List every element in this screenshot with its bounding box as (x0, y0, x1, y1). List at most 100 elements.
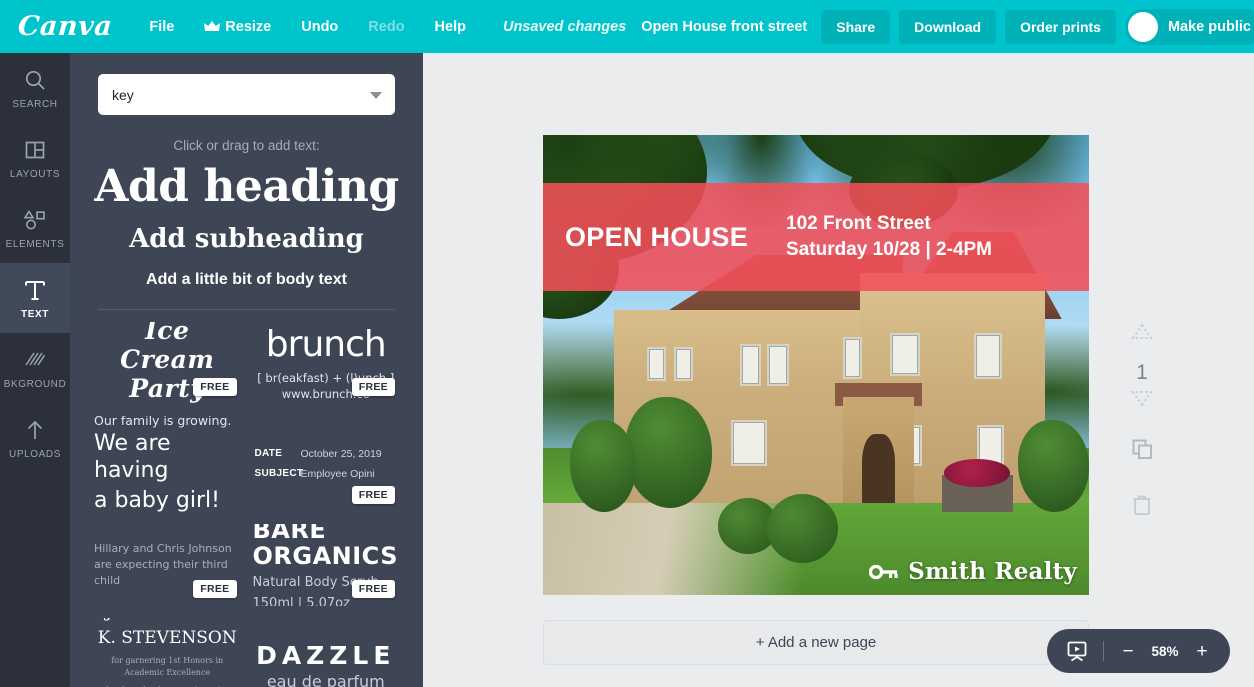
present-icon[interactable] (1065, 640, 1089, 662)
template-line1: Our family is growing. (94, 415, 232, 429)
save-status: Unsaved changes (502, 18, 627, 35)
menu-resize-label: Resize (225, 18, 272, 35)
template-sub: eau de parfum (266, 671, 385, 687)
chevron-down-icon[interactable] (370, 91, 382, 99)
duplicate-page-icon[interactable] (1130, 437, 1154, 461)
menu-undo[interactable]: Undo (291, 13, 348, 41)
move-page-down-icon[interactable] (1130, 389, 1154, 407)
text-template-award-certificate[interactable]: This award is presented to JAMES LOUIS K… (94, 618, 241, 687)
text-template-grid: YOU'RE INVITED TO AN Ice Cream Party SEP… (70, 310, 423, 687)
open-house-banner[interactable]: OPEN HOUSE 102 Front Street Saturday 10/… (543, 183, 1089, 292)
sidebar-item-text[interactable]: TEXT (0, 253, 70, 343)
text-panel: key Click or drag to add text: Add headi… (70, 53, 423, 687)
canvas-stage: OPEN HOUSE 102 Front Street Saturday 10/… (423, 53, 1254, 687)
template-title1: BARE (252, 523, 327, 544)
key-icon (869, 562, 899, 582)
photo-window (974, 332, 1002, 379)
menu-resize[interactable]: Resize (194, 13, 281, 41)
add-body-text-option[interactable]: Add a little bit of body text (70, 271, 423, 289)
photo-flowers (944, 459, 1010, 487)
zoom-controls: − 58% + (1047, 629, 1230, 673)
template-title2: ORGANICS (252, 541, 399, 570)
canva-logo[interactable]: Canva (17, 11, 113, 42)
layouts-icon (23, 137, 47, 163)
add-heading-option[interactable]: Add heading (70, 164, 423, 210)
zoom-divider (1103, 641, 1104, 661)
menu-redo[interactable]: Redo (358, 13, 414, 41)
photo-window (731, 420, 767, 467)
text-template-dazzle[interactable]: DAZZLE eau de parfum FREE (253, 618, 400, 687)
memo-table: DATE October 25, 2019 SUBJECT Employee O… (253, 448, 400, 480)
text-template-brunch[interactable]: brunch [ br(eakfast) + (l)unch ] www.bru… (253, 322, 400, 404)
toggle-knob (1127, 11, 1158, 42)
share-button[interactable]: Share (821, 9, 891, 44)
photo-window (739, 344, 762, 386)
order-prints-button[interactable]: Order prints (1005, 9, 1116, 44)
free-badge: FREE (193, 579, 237, 598)
page-tools: 1 (1118, 323, 1166, 535)
elements-icon (22, 207, 48, 233)
photo-door (862, 434, 896, 503)
template-title: DAZZLE (256, 640, 396, 670)
photo-window (889, 332, 920, 377)
crown-icon (204, 20, 221, 32)
make-public-toggle[interactable]: Make public (1124, 8, 1254, 45)
template-line2: We are having (94, 431, 171, 483)
free-badge: FREE (351, 579, 395, 598)
text-template-expecting-note[interactable]: Hillary and Chris Johnson are expecting … (94, 524, 241, 606)
memo-key: DATE (254, 448, 283, 460)
move-page-up-icon[interactable] (1130, 323, 1154, 341)
template-name2: K. STEVENSON (97, 627, 237, 648)
photo-window (766, 344, 789, 386)
canva-editor: Canva File Resize Undo Redo Help Unsaved… (0, 0, 1254, 687)
sidebar-item-text-label: TEXT (21, 308, 49, 320)
text-template-memo[interactable]: DATE October 25, 2019 SUBJECT Employee O… (253, 416, 400, 512)
text-template-baby-announcement[interactable]: Our family is growing. We are having a b… (94, 416, 241, 512)
free-badge: FREE (351, 377, 395, 396)
sidebar-item-elements-label: ELEMENTS (5, 238, 65, 250)
template-name1: JAMES LOUIS (94, 618, 241, 623)
photo-window (843, 337, 863, 379)
photo-shrub (570, 420, 636, 513)
sidebar-item-search[interactable]: SEARCH (0, 53, 70, 123)
template-title: brunch (265, 324, 387, 366)
banner-address: 102 Front Street (786, 213, 931, 235)
download-button[interactable]: Download (899, 9, 997, 44)
template-line1: Hillary and Chris Johnson (94, 541, 232, 555)
design-canvas[interactable]: OPEN HOUSE 102 Front Street Saturday 10/… (543, 135, 1089, 595)
sidebar-item-layouts[interactable]: LAYOUTS (0, 123, 70, 193)
upload-icon (23, 417, 47, 443)
zoom-in-button[interactable]: + (1192, 642, 1212, 661)
search-icon (23, 67, 47, 93)
menu-file[interactable]: File (139, 13, 184, 41)
text-template-ice-cream-party[interactable]: YOU'RE INVITED TO AN Ice Cream Party SEP… (94, 322, 241, 404)
text-icon (22, 277, 48, 303)
free-badge: FREE (351, 485, 395, 504)
add-subheading-option[interactable]: Add subheading (70, 224, 423, 254)
photo-shrub (1018, 420, 1089, 513)
banner-details: 102 Front Street Saturday 10/28 | 2-4PM (748, 211, 992, 263)
banner-datetime: Saturday 10/28 | 2-4PM (786, 239, 993, 261)
photo-window (646, 346, 666, 382)
photo-shrub (624, 397, 713, 508)
memo-value: October 25, 2019 (300, 447, 382, 460)
template-body1: for garnering 1st Honors in Academic Exc… (111, 656, 224, 678)
document-title[interactable]: Open House front street (641, 19, 807, 35)
sidebar-item-background-label: BKGROUND (3, 378, 67, 390)
search-input[interactable]: key (98, 74, 395, 115)
photo-window (674, 346, 694, 382)
memo-key: SUBJECT (254, 468, 304, 480)
sidebar-item-background[interactable]: BKGROUND (0, 333, 70, 403)
sidebar-item-uploads[interactable]: UPLOADS (0, 403, 70, 473)
make-public-label: Make public (1167, 18, 1251, 35)
memo-value: Employee Opini (300, 467, 375, 480)
realty-logo[interactable]: Smith Realty (869, 558, 1077, 585)
sidebar-item-search-label: SEARCH (12, 98, 58, 110)
photo-topiary (766, 493, 838, 563)
text-template-bare-organics[interactable]: BARE ORGANICS Natural Body Scrub 150ml |… (253, 524, 400, 606)
menu-help[interactable]: Help (425, 13, 476, 41)
delete-page-icon[interactable] (1131, 493, 1153, 517)
zoom-out-button[interactable]: − (1118, 642, 1138, 661)
sidebar-item-layouts-label: LAYOUTS (9, 168, 61, 180)
add-new-page-button[interactable]: + Add a new page (543, 620, 1089, 665)
